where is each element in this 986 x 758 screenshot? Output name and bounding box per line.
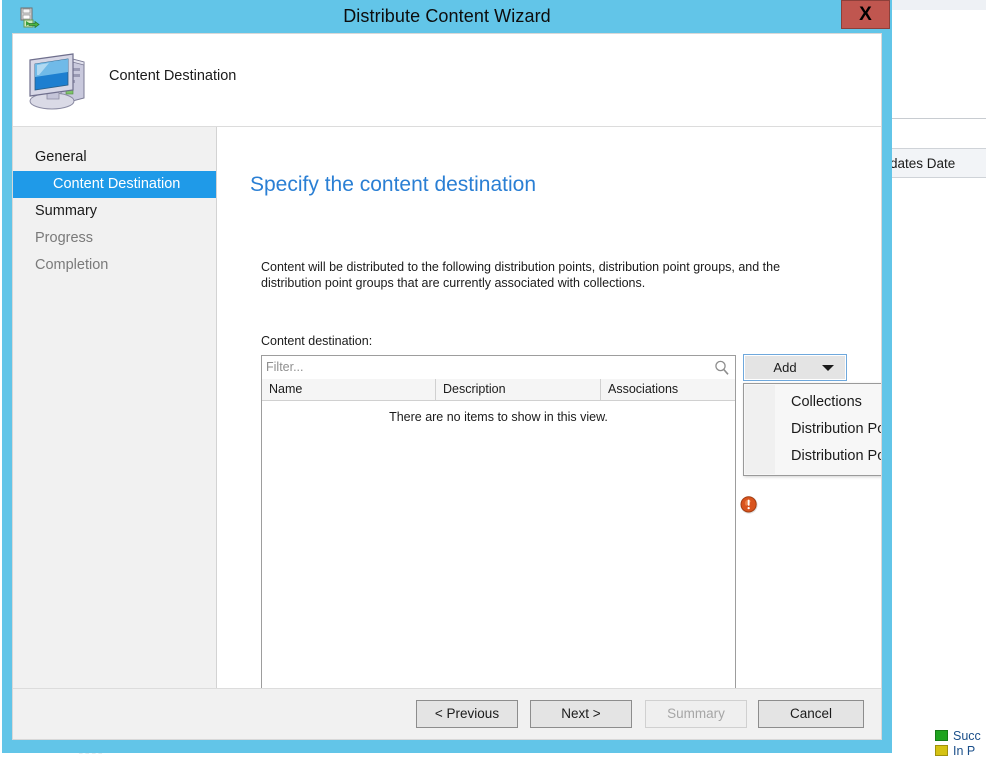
computer-icon bbox=[25, 46, 93, 112]
menu-item-collections[interactable]: Collections bbox=[744, 389, 881, 416]
background-list-body bbox=[888, 178, 986, 718]
legend-item: In P bbox=[935, 743, 986, 758]
column-header-name[interactable]: Name bbox=[262, 379, 436, 400]
filter-input[interactable] bbox=[262, 356, 707, 379]
chevron-down-icon bbox=[822, 365, 834, 371]
page-description: Content will be distributed to the follo… bbox=[261, 260, 781, 290]
add-button[interactable]: Add bbox=[743, 354, 847, 381]
wizard-steps-sidebar: General Content Destination Summary Prog… bbox=[13, 127, 217, 739]
list-header-row: Name Description Associations bbox=[262, 379, 735, 401]
sidebar-item-completion: Completion bbox=[35, 257, 109, 273]
content-destination-label: Content destination: bbox=[261, 334, 373, 348]
distribute-content-wizard-window: Distribute Content Wizard X Content Dest… bbox=[2, 0, 892, 753]
filter-box[interactable] bbox=[261, 355, 736, 380]
column-header-description[interactable]: Description bbox=[436, 379, 601, 400]
previous-button[interactable]: < Previous bbox=[416, 700, 518, 728]
wizard-footer: < Previous Next > Summary Cancel bbox=[13, 688, 881, 739]
background-top-strip bbox=[888, 0, 986, 10]
background-rule bbox=[888, 118, 986, 119]
sidebar-item-progress: Progress bbox=[35, 230, 94, 246]
legend-item: Succ bbox=[935, 728, 986, 743]
legend-label: In P bbox=[953, 743, 976, 758]
legend-label: Succ bbox=[953, 728, 981, 743]
sidebar-item-summary[interactable]: Summary bbox=[13, 198, 216, 225]
legend-swatch-success bbox=[935, 730, 948, 741]
close-button[interactable]: X bbox=[841, 0, 890, 29]
wizard-content-pane: Specify the content destination Content … bbox=[218, 127, 881, 739]
search-icon[interactable] bbox=[713, 359, 731, 377]
sidebar-item-general[interactable]: General bbox=[13, 144, 216, 171]
window-title: Distribute Content Wizard bbox=[343, 6, 551, 26]
background-legend: Succ In P bbox=[935, 728, 986, 758]
legend-swatch-inprogress bbox=[935, 745, 948, 756]
empty-list-message: There are no items to show in this view. bbox=[389, 410, 608, 424]
window-titlebar[interactable]: Distribute Content Wizard X bbox=[2, 0, 892, 33]
cancel-button[interactable]: Cancel bbox=[758, 700, 864, 728]
summary-button: Summary bbox=[645, 700, 747, 728]
background-column-header: dates Date bbox=[888, 148, 986, 178]
wizard-client-area: Content Destination General Content Dest… bbox=[12, 33, 882, 740]
add-dropdown-menu[interactable]: Collections Distribution Point Distribut… bbox=[743, 383, 881, 476]
sidebar-item-content-destination[interactable]: Content Destination bbox=[13, 171, 216, 198]
content-destination-list[interactable]: Name Description Associations There are … bbox=[261, 379, 736, 739]
next-button[interactable]: Next > bbox=[530, 700, 632, 728]
menu-item-distribution-point[interactable]: Distribution Point bbox=[744, 416, 881, 443]
error-exclamation-icon bbox=[739, 495, 759, 515]
page-heading: Specify the content destination bbox=[250, 173, 537, 196]
column-header-associations[interactable]: Associations bbox=[601, 379, 735, 400]
menu-item-distribution-point-group[interactable]: Distribution Point Group bbox=[744, 443, 881, 470]
wizard-page-title: Content Destination bbox=[109, 68, 237, 84]
wizard-header: Content Destination bbox=[13, 34, 881, 127]
